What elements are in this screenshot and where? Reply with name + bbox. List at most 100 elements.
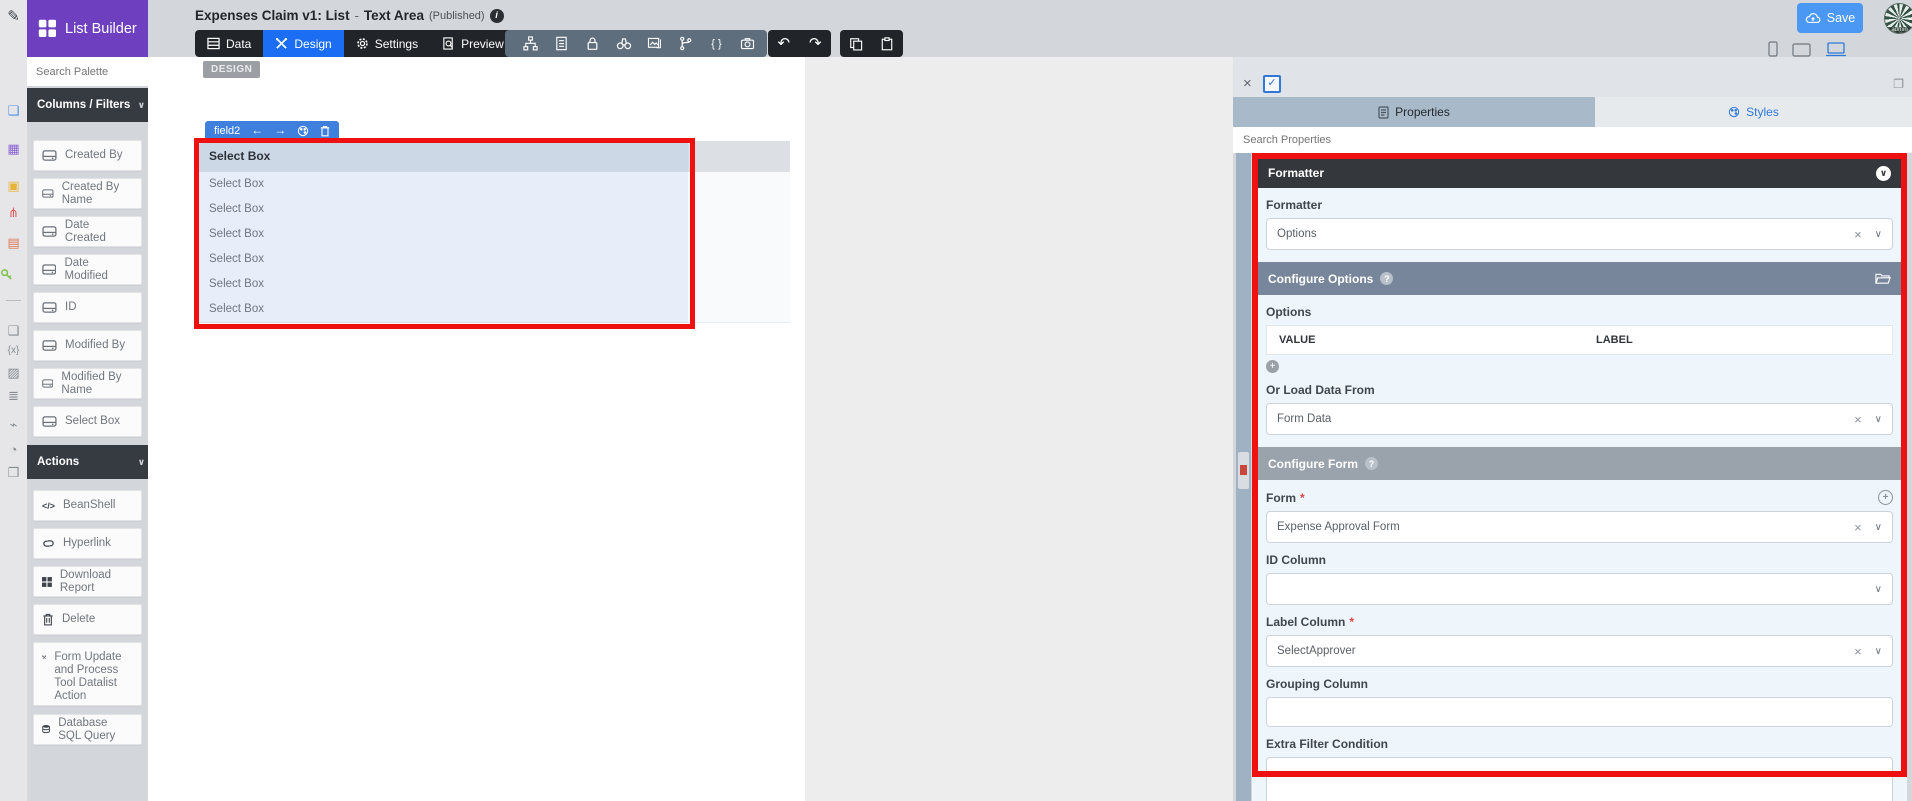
permission-key-icon[interactable] (0, 268, 27, 281)
braces-icon[interactable]: { } (701, 38, 732, 50)
label-column-select[interactable]: SelectApprover × ∨ (1266, 635, 1893, 667)
tab-design[interactable]: Design (263, 30, 344, 57)
scrollbar-thumb[interactable] (1238, 452, 1249, 489)
search-palette-input[interactable] (27, 57, 148, 86)
palette-column-date-modified[interactable]: Date Modified (33, 254, 142, 285)
info-icon[interactable]: i (489, 8, 504, 23)
style-palette-icon[interactable] (297, 125, 309, 137)
column-header-select-box[interactable]: Select Box (199, 141, 688, 172)
redo-icon[interactable]: ↷ (809, 30, 822, 57)
code-icon: </> (42, 500, 56, 511)
palette-column-created-by[interactable]: Created By (33, 140, 142, 171)
palette-column-select-box[interactable]: Select Box (33, 406, 142, 437)
search-properties-input[interactable] (1233, 127, 1912, 153)
clear-icon[interactable]: × (1854, 227, 1862, 242)
load-data-from-select[interactable]: Form Data × ∨ (1266, 403, 1893, 435)
actions-section-header[interactable]: Actions ∨ (27, 445, 155, 479)
palette-action-database-sql[interactable]: Database SQL Query (33, 714, 142, 745)
columns-filters-section-header[interactable]: Columns / Filters ∨ (27, 88, 155, 122)
lock-icon[interactable] (577, 36, 608, 51)
palette-action-beanshell[interactable]: </> BeanShell (33, 490, 142, 521)
tab-properties[interactable]: Properties (1233, 97, 1595, 127)
tab-data[interactable]: Data (195, 30, 263, 57)
list-builder-icon[interactable]: ▦ (0, 142, 27, 156)
expand-panel-icon[interactable]: ❐ (1893, 77, 1904, 91)
image-translate-icon[interactable] (639, 36, 670, 51)
title-separator: - (354, 8, 359, 23)
palette-column-modified-by[interactable]: Modified By (33, 330, 142, 361)
close-icon[interactable]: × (1243, 76, 1252, 91)
avatar[interactable]: admin (1884, 3, 1912, 34)
tab-styles[interactable]: Styles (1595, 97, 1912, 127)
palette-column-created-by-name[interactable]: Created By Name (33, 178, 142, 209)
binoculars-icon[interactable] (608, 36, 639, 51)
plugin-icon[interactable]: ⌁ (0, 418, 27, 432)
page-structure-icon[interactable] (546, 36, 577, 51)
media-icon[interactable]: ▨ (0, 366, 27, 380)
cell-select-box[interactable]: Select Box (199, 197, 688, 223)
desktop-preview-icon[interactable] (1825, 42, 1847, 57)
palette-column-date-created[interactable]: Date Created (33, 216, 142, 247)
paste-icon[interactable] (880, 36, 894, 51)
datalist-preview-table: Select Box Select Box Select Box Select … (199, 141, 790, 323)
cell-empty (688, 197, 790, 223)
palette-action-form-update[interactable]: Form Update and Process Tool Datalist Ac… (33, 642, 142, 706)
move-left-icon[interactable]: ← (251, 121, 263, 140)
delete-field-icon[interactable] (320, 125, 330, 137)
chevron-down-icon: ∨ (1874, 583, 1882, 595)
code-branch-icon[interactable] (670, 36, 701, 51)
help-icon[interactable]: ? (1365, 457, 1378, 470)
palette-item-label: Date Created (64, 218, 106, 244)
undo-icon[interactable]: ↶ (777, 30, 790, 57)
extra-filter-condition-textarea[interactable] (1266, 757, 1893, 801)
id-column-label: ID Column (1266, 553, 1326, 567)
monitor-gauge-icon[interactable]: ◔ (0, 443, 27, 457)
palette-action-hyperlink[interactable]: Hyperlink (33, 528, 142, 559)
palette-column-modified-by-name[interactable]: Modified By Name (33, 368, 142, 399)
form-builder-icon[interactable]: ❏ (0, 104, 27, 118)
palette-action-delete[interactable]: Delete (33, 604, 142, 635)
process-builder-icon[interactable]: ⋔ (0, 206, 27, 220)
strip-divider (6, 300, 21, 301)
folder-open-icon[interactable] (1875, 272, 1891, 285)
tab-settings[interactable]: Settings (344, 30, 430, 57)
copy-icon[interactable] (849, 37, 863, 51)
configure-form-section-header[interactable]: Configure Form ? (1258, 447, 1901, 480)
report-builder-icon[interactable]: ▤ (0, 236, 27, 250)
add-new-form-button[interactable]: + (1878, 490, 1893, 505)
move-right-icon[interactable]: → (274, 121, 286, 140)
cell-select-box[interactable]: Select Box (199, 272, 688, 298)
page-subtitle: Text Area (363, 8, 424, 23)
formatter-select[interactable]: Options × ∨ (1266, 218, 1893, 250)
cell-select-box[interactable]: Select Box (199, 222, 688, 248)
multi-select-checkbox-icon[interactable]: ✓ (1263, 75, 1281, 93)
id-column-select[interactable]: ∨ (1266, 573, 1893, 605)
tab-preview[interactable]: Preview (430, 30, 516, 57)
camera-icon[interactable] (732, 36, 763, 51)
cell-select-box[interactable]: Select Box (199, 297, 688, 323)
sitemap-icon[interactable] (515, 36, 546, 51)
log-icon[interactable]: ≣ (0, 389, 27, 403)
help-icon[interactable]: ? (1380, 272, 1394, 285)
palette-column-id[interactable]: ID (33, 292, 142, 323)
formatter-section-header[interactable]: Formatter ∨ (1258, 158, 1901, 188)
save-button[interactable]: Save (1797, 3, 1863, 33)
tablet-preview-icon[interactable] (1792, 43, 1811, 57)
cell-select-box[interactable]: Select Box (199, 172, 688, 198)
collapse-section-icon[interactable]: ∨ (1876, 165, 1891, 181)
userview-builder-icon[interactable]: ▣ (0, 179, 27, 193)
configure-options-section-header[interactable]: Configure Options ? (1258, 262, 1901, 295)
clear-icon[interactable]: × (1854, 412, 1862, 427)
variables-icon[interactable]: {x} (0, 344, 27, 358)
notes-icon[interactable]: ❑ (0, 324, 27, 338)
palette-action-download-report[interactable]: Download Report (33, 566, 142, 597)
cell-select-box[interactable]: Select Box (199, 247, 688, 273)
clear-icon[interactable]: × (1854, 644, 1862, 659)
clear-icon[interactable]: × (1854, 520, 1862, 535)
form-select[interactable]: Expense Approval Form × ∨ (1266, 511, 1893, 543)
docs-book-icon[interactable]: ❒ (0, 466, 27, 480)
mobile-preview-icon[interactable] (1768, 41, 1778, 57)
editor-icon[interactable]: ✎ (0, 9, 27, 24)
grouping-column-input[interactable] (1266, 697, 1893, 727)
add-option-button[interactable]: + (1266, 360, 1279, 373)
